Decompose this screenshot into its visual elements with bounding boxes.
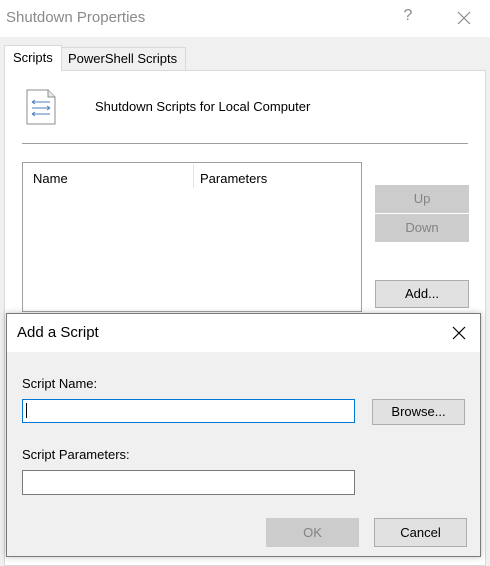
tab-scripts[interactable]: Scripts (4, 45, 62, 71)
script-file-icon (24, 88, 58, 126)
script-name-label: Script Name: (22, 376, 98, 391)
cancel-button[interactable]: Cancel (374, 518, 467, 547)
scripts-header-label: Shutdown Scripts for Local Computer (95, 99, 311, 114)
script-parameters-input[interactable] (22, 470, 355, 495)
dialog-title: Add a Script (17, 324, 99, 341)
close-icon[interactable] (448, 322, 470, 344)
add-button[interactable]: Add... (375, 280, 469, 308)
column-header-name[interactable]: Name (33, 171, 68, 186)
close-icon[interactable] (452, 7, 476, 29)
script-parameters-label: Script Parameters: (22, 447, 130, 462)
up-button[interactable]: Up (375, 185, 469, 213)
text-caret (26, 403, 27, 418)
window-title: Shutdown Properties (6, 9, 146, 26)
down-button[interactable]: Down (375, 214, 469, 242)
column-separator[interactable] (193, 164, 194, 188)
browse-button[interactable]: Browse... (372, 399, 465, 425)
ok-button[interactable]: OK (266, 518, 359, 547)
divider (22, 143, 468, 144)
column-header-parameters[interactable]: Parameters (200, 171, 267, 186)
help-button[interactable]: ? (400, 7, 416, 25)
scripts-list[interactable] (22, 162, 362, 312)
tab-powershell-scripts[interactable]: PowerShell Scripts (62, 47, 186, 71)
script-name-input[interactable] (22, 399, 355, 423)
